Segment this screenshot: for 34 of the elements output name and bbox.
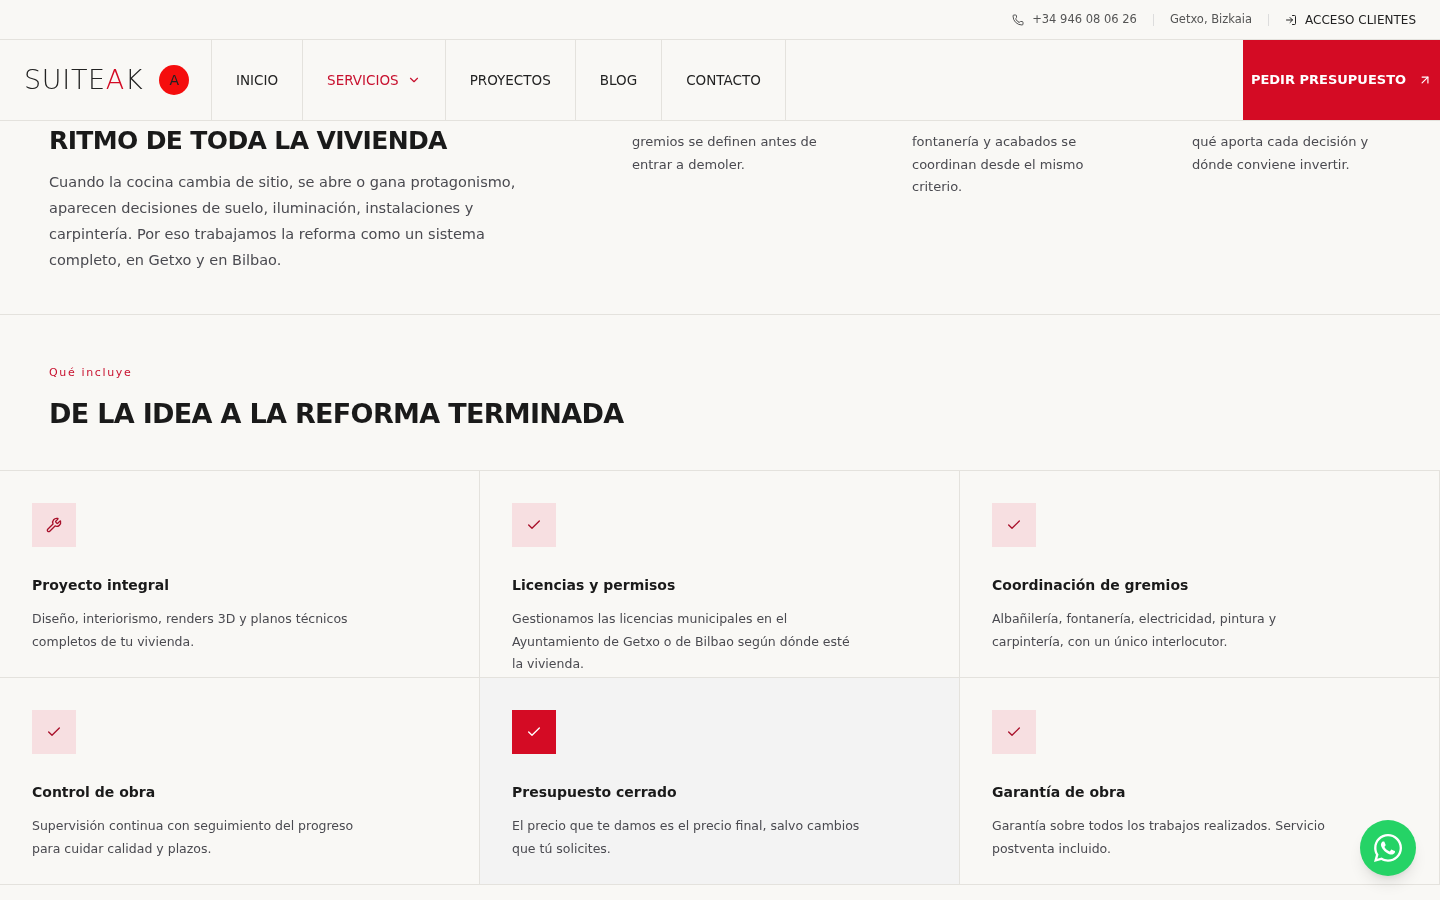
client-login-link[interactable]: ACCESO CLIENTES [1285,10,1416,29]
phone-number[interactable]: +34 946 08 06 26 [1032,10,1137,29]
login-icon [1285,13,1298,26]
card-title: Garantía de obra [992,783,1127,802]
nav-link[interactable]: BLOG [575,40,663,120]
nav-link[interactable]: SERVICIOS [303,40,446,120]
nav-link[interactable]: PROYECTOS [445,40,576,120]
whatsapp-icon [1372,832,1404,864]
card-title: Coordinación de gremios [992,576,1190,595]
nav-link[interactable]: CONTACTO [662,40,786,120]
feature-text: gremios se definen antes de entrar a demoler. [632,133,818,174]
section-heading: DE LA IDEA A LA REFORMA TERMINADA [49,396,625,431]
card-description: Albañilería, fontanería, electricidad, pintura y carpintería, con un único interlocutor. [992,610,1278,651]
card-title: Control de obra [32,783,157,802]
card-description: Gestionamos las licencias municipales en el Ayuntamiento de Getxo o de Bilbao según dónde esté la vivienda. [512,610,851,673]
card-description: Supervisión continua con seguimiento del progreso para cuidar calidad y plazos. [32,817,355,858]
card-description: El precio que te damos es el precio final, salvo cambios que tú solicites. [512,817,861,858]
card-description: Diseño, interiorismo, renders 3D y planos técnicos completos de tu vivienda. [32,610,349,651]
card-title: Presupuesto cerrado [512,783,678,802]
card-title: Proyecto integral [32,576,170,595]
feature-text: qué aporta cada decisión y dónde conviene invertir. [1192,133,1370,174]
feature-text: fontanería y acabados se coordinan desde el mismo criterio. [912,133,1085,196]
phone-icon [1012,13,1025,26]
location-text: Getxo, Bizkaia [1169,10,1253,28]
logo-badge: A [159,65,190,95]
wrench-icon [46,517,62,533]
logo-wordmark[interactable]: SUITEA K [24,59,144,101]
card-title: Licencias y permisos [512,576,677,595]
intro-paragraph: Cuando la cocina cambia de sitio, se abre o gana protagonismo, aparecen decisiones de suelo, iluminación, instalaciones y carpintería. Por eso trabajamos la reforma como un sistema completo, en Getxo y en Bilbao. [49,173,517,270]
eyebrow-label: Qué incluye [49,365,134,381]
section-heading: RITMO DE TODA LA VIVIENDA [49,125,448,157]
card-description: Garantía sobre todos los trabajos realizados. Servicio postventa incluido. [992,817,1326,858]
nav-link[interactable]: INICIO [212,40,304,120]
quote-button[interactable]: PEDIR PRESUPUESTO [1243,40,1440,120]
